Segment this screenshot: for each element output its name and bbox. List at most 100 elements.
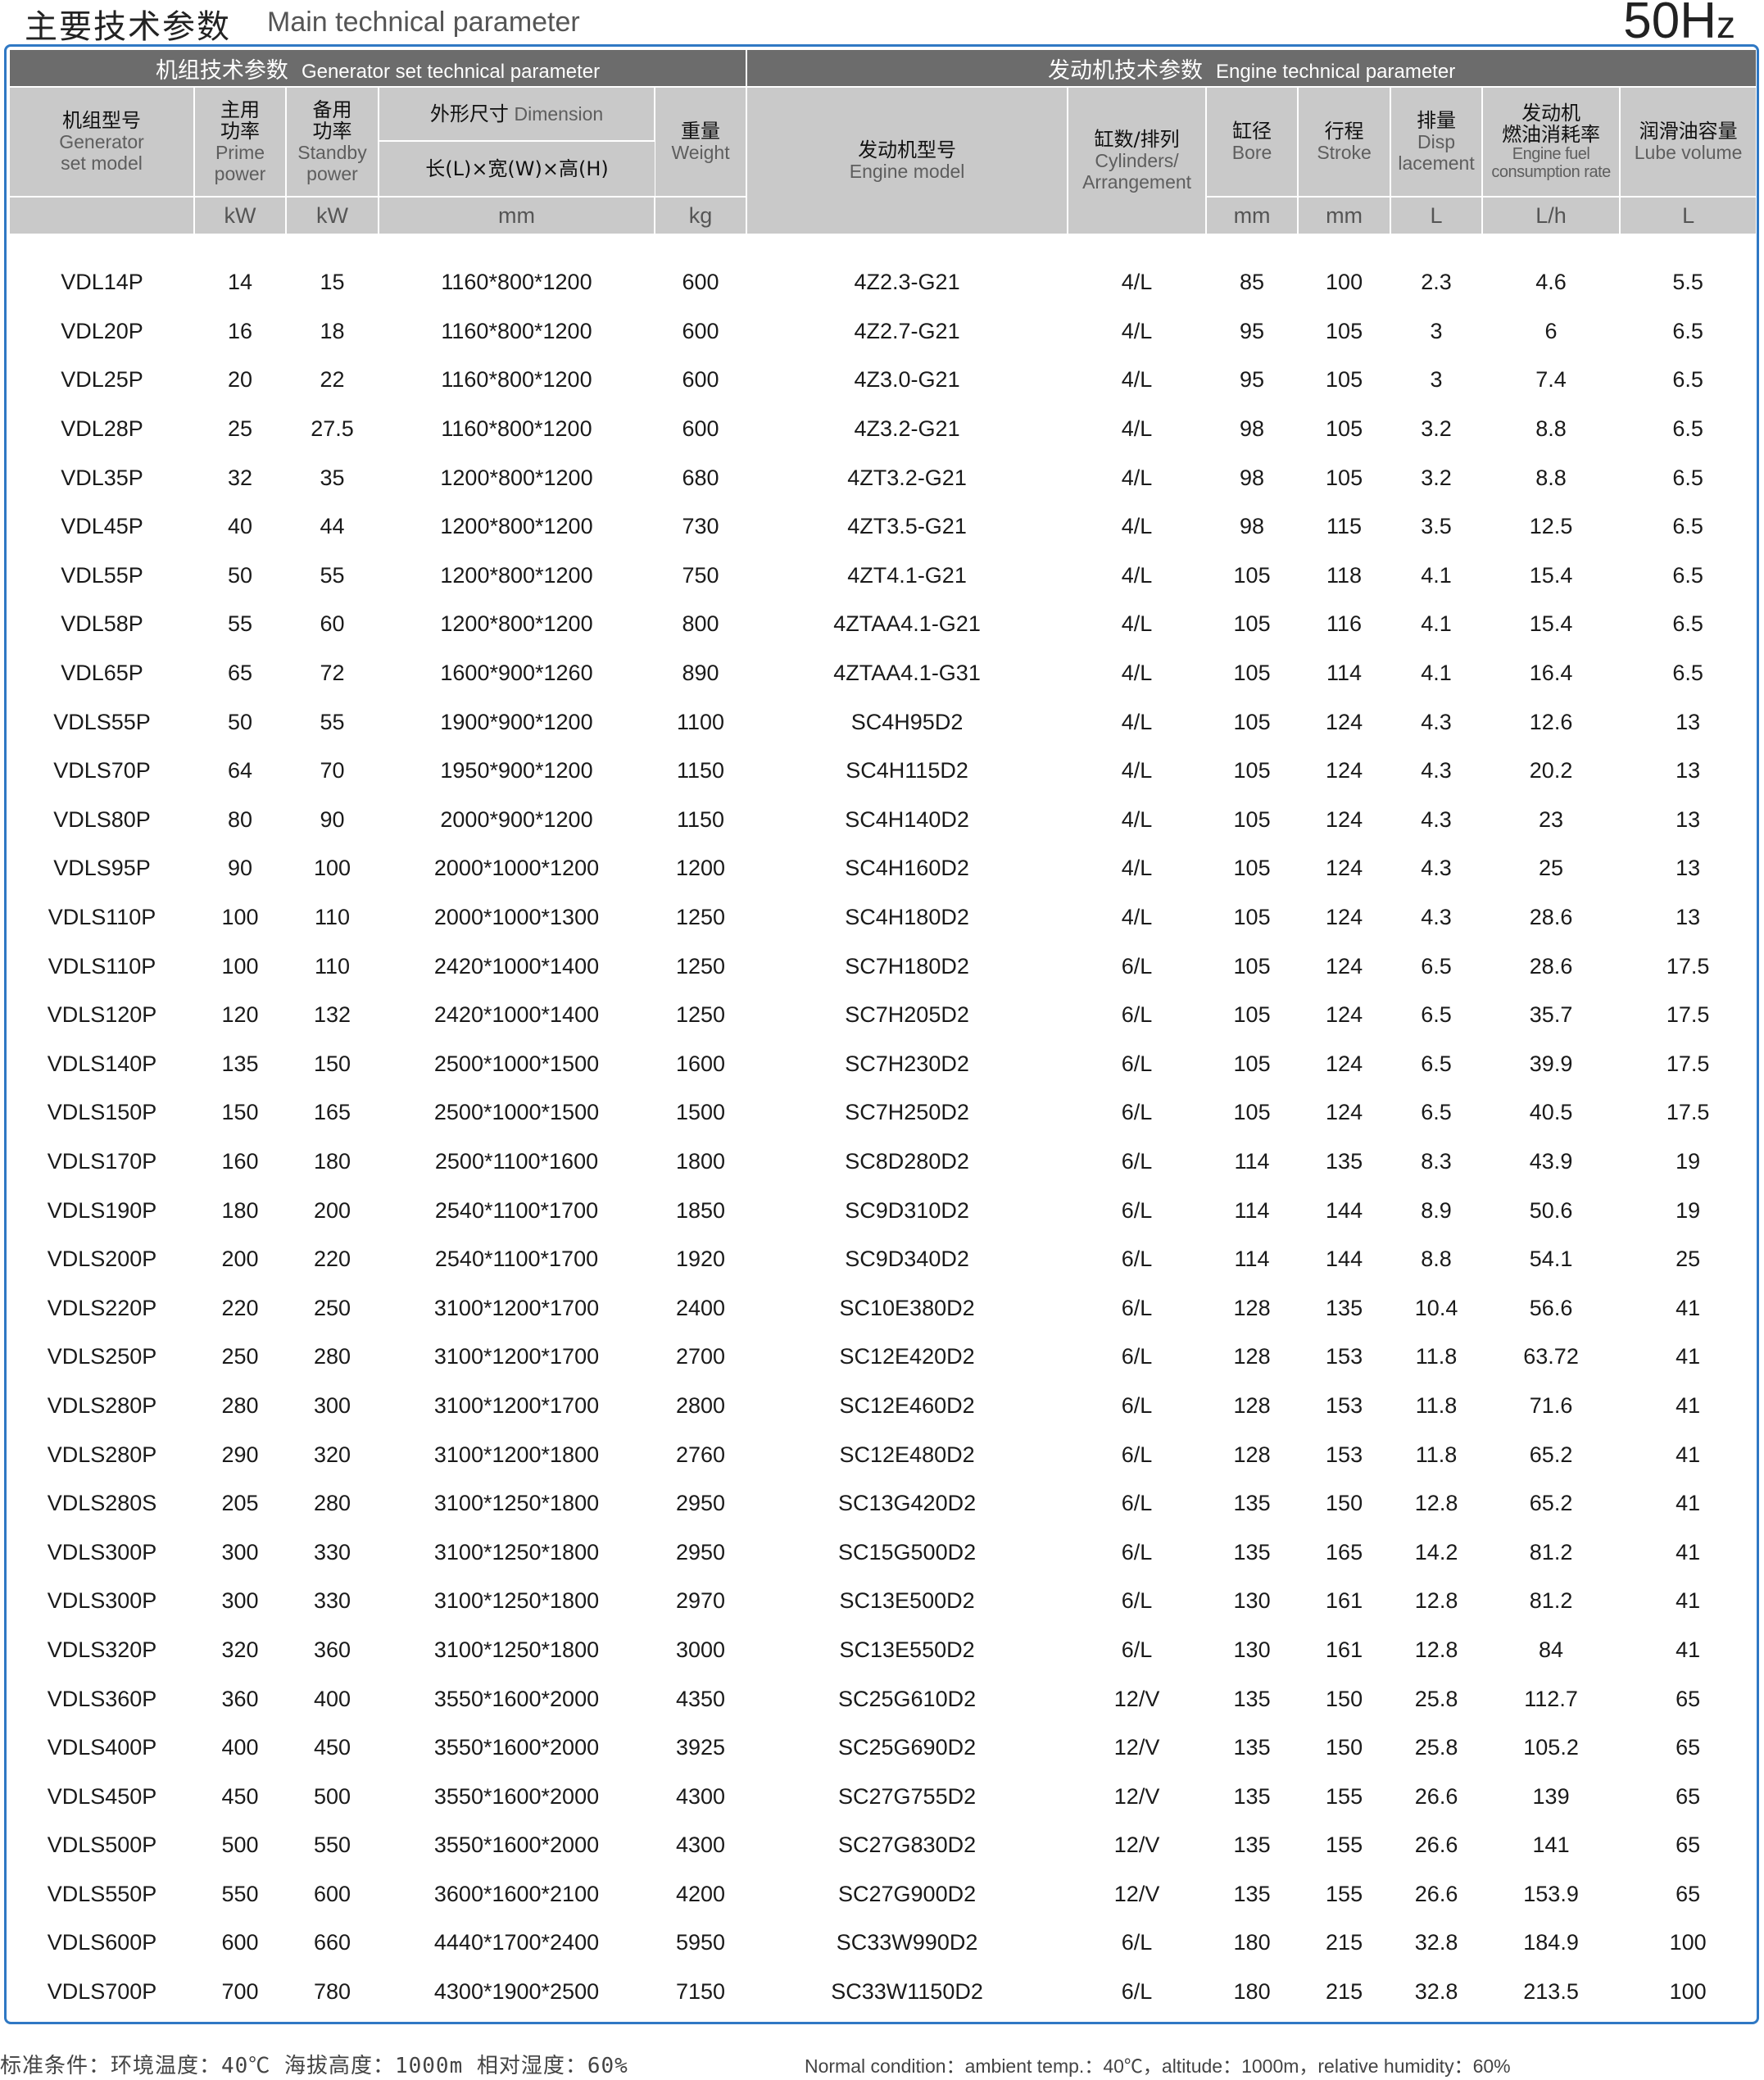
cell-displacement: 3 — [1430, 367, 1443, 393]
cell-bore: 95 — [1240, 367, 1265, 393]
cell-displacement: 6.5 — [1421, 1002, 1452, 1028]
cell-prime: 55 — [227, 611, 253, 637]
cell-fuel: 56.6 — [1529, 1295, 1573, 1320]
cell-fuel: 15.4 — [1529, 611, 1573, 637]
table-row: VDL45P 40 44 1200*800*1200 730 4ZT3.5-G21 4/L 9… — [10, 502, 1756, 552]
cell-dimension: 2500*1000*1500 — [433, 1051, 600, 1076]
spec-table-frame: 机组技术参数 Generator set technical parameter … — [4, 44, 1759, 2024]
cell-displacement: 4.3 — [1421, 758, 1452, 783]
cell-stroke: 153 — [1326, 1344, 1363, 1369]
cell-engine-model: SC7H205D2 — [845, 1002, 969, 1028]
table-row: VDLS320P 320 360 3100*1250*1800 3000 SC13E550… — [10, 1626, 1756, 1675]
cell-displacement: 4.3 — [1421, 709, 1452, 734]
cell-standby: 280 — [313, 1344, 351, 1369]
cell-cylinders: 12/V — [1113, 1783, 1160, 1809]
cell-dimension: 3100*1250*1800 — [433, 1491, 600, 1516]
cell-lube: 6.5 — [1672, 318, 1703, 343]
cell-stroke: 105 — [1326, 416, 1363, 442]
cell-fuel: 139 — [1532, 1783, 1570, 1809]
cell-lube: 6.5 — [1672, 416, 1703, 442]
cell-engine-model: 4ZTAA4.1-G21 — [833, 611, 981, 637]
cell-bore: 135 — [1233, 1832, 1271, 1858]
cell-stroke: 124 — [1326, 806, 1363, 832]
cell-cylinders: 6/L — [1121, 1588, 1153, 1614]
cell-model: VDL45P — [61, 514, 143, 539]
cell-stroke: 150 — [1326, 1686, 1363, 1711]
cell-displacement: 8.3 — [1421, 1148, 1452, 1174]
cell-bore: 135 — [1233, 1491, 1271, 1516]
cell-lube: 13 — [1676, 905, 1701, 930]
spec-table: 机组技术参数 Generator set technical parameter … — [10, 50, 1757, 2017]
cell-stroke: 155 — [1326, 1881, 1363, 1906]
cell-prime: 32 — [227, 465, 253, 490]
cell-engine-model: SC4H115D2 — [846, 758, 968, 783]
cell-dimension: 1200*800*1200 — [440, 562, 593, 588]
col-engine-model-header: 发动机型号 Engine model — [746, 87, 1069, 235]
cell-model: VDLS280P — [47, 1442, 157, 1467]
cell-displacement: 25.8 — [1414, 1686, 1458, 1711]
cell-fuel: 141 — [1532, 1832, 1570, 1858]
cell-prime: 135 — [221, 1051, 259, 1076]
cell-lube: 65 — [1676, 1686, 1701, 1711]
cell-fuel: 25 — [1539, 856, 1564, 881]
table-row: VDL20P 16 18 1160*800*1200 600 4Z2.7-G21 4/L 95… — [10, 307, 1756, 357]
cell-weight: 890 — [682, 661, 719, 686]
cell-displacement: 10.4 — [1414, 1295, 1458, 1320]
cell-prime: 180 — [221, 1197, 259, 1223]
cell-model: VDLS55P — [53, 709, 151, 734]
cell-fuel: 16.4 — [1529, 661, 1573, 686]
cell-lube: 19 — [1676, 1148, 1701, 1174]
cell-dimension: 4440*1700*2400 — [433, 1930, 600, 1955]
cell-dimension: 2540*1100*1700 — [434, 1197, 599, 1223]
cell-engine-model: SC33W990D2 — [836, 1930, 978, 1955]
cell-standby: 550 — [313, 1832, 351, 1858]
cell-weight: 7150 — [675, 1979, 726, 2005]
cell-stroke: 115 — [1326, 514, 1363, 539]
cell-stroke: 135 — [1326, 1148, 1363, 1174]
cell-model: VDL28P — [61, 416, 143, 442]
cell-fuel: 63.72 — [1523, 1344, 1579, 1369]
table-row: VDLS700P 700 780 4300*1900*2500 7150 SC33W115… — [10, 1968, 1756, 2017]
cell-cylinders: 4/L — [1121, 367, 1153, 393]
cell-fuel: 54.1 — [1529, 1247, 1573, 1272]
cell-displacement: 12.8 — [1414, 1491, 1458, 1516]
table-row: VDLS500P 500 550 3550*1600*2000 4300 SC27G830… — [10, 1821, 1756, 1870]
cell-engine-model: SC4H180D2 — [845, 905, 969, 930]
cell-model: VDLS400P — [47, 1735, 157, 1760]
table-row: VDLS280P 280 300 3100*1200*1700 2800 SC12E460… — [10, 1382, 1756, 1431]
col-stroke-header: 行程 Stroke — [1298, 87, 1392, 198]
cell-lube: 6.5 — [1672, 562, 1703, 588]
cell-weight: 680 — [682, 465, 719, 490]
table-row: VDLS450P 450 500 3550*1600*2000 4300 SC27G755… — [10, 1772, 1756, 1821]
cell-cylinders: 4/L — [1121, 270, 1153, 295]
cell-displacement: 8.8 — [1421, 1247, 1452, 1272]
cell-displacement: 3.5 — [1421, 514, 1452, 539]
cell-cylinders: 6/L — [1121, 1930, 1153, 1955]
cell-fuel: 15.4 — [1529, 562, 1573, 588]
col-weight-header: 重量 Weight — [655, 87, 748, 198]
cell-weight: 2950 — [675, 1491, 726, 1516]
cell-engine-model: SC13E500D2 — [839, 1588, 975, 1614]
cell-lube: 13 — [1676, 709, 1701, 734]
cell-engine-model: SC4H95D2 — [850, 709, 964, 734]
table-row: VDLS280S 205 280 3100*1250*1800 2950 SC13G420… — [10, 1479, 1756, 1528]
table-row: VDLS550P 550 600 3600*1600*2100 4200 SC27G900… — [10, 1870, 1756, 1919]
unit-displacement: L — [1390, 197, 1484, 235]
cell-weight: 750 — [682, 562, 719, 588]
cell-displacement: 2.3 — [1421, 270, 1452, 295]
cell-cylinders: 12/V — [1113, 1832, 1160, 1858]
cell-dimension: 3100*1250*1800 — [433, 1588, 600, 1614]
cell-standby: 220 — [313, 1247, 351, 1272]
cell-fuel: 35.7 — [1529, 1002, 1573, 1028]
cell-stroke: 161 — [1326, 1588, 1363, 1614]
cell-bore: 135 — [1233, 1686, 1271, 1711]
cell-standby: 330 — [313, 1539, 351, 1565]
cell-model: VDLS170P — [47, 1148, 157, 1174]
unit-bore: mm — [1206, 197, 1299, 235]
cell-displacement: 26.6 — [1414, 1832, 1458, 1858]
cell-bore: 105 — [1233, 806, 1271, 832]
cell-standby: 360 — [313, 1637, 351, 1662]
cell-prime: 300 — [221, 1539, 259, 1565]
cell-displacement: 11.8 — [1415, 1442, 1458, 1467]
cell-stroke: 144 — [1326, 1197, 1363, 1223]
